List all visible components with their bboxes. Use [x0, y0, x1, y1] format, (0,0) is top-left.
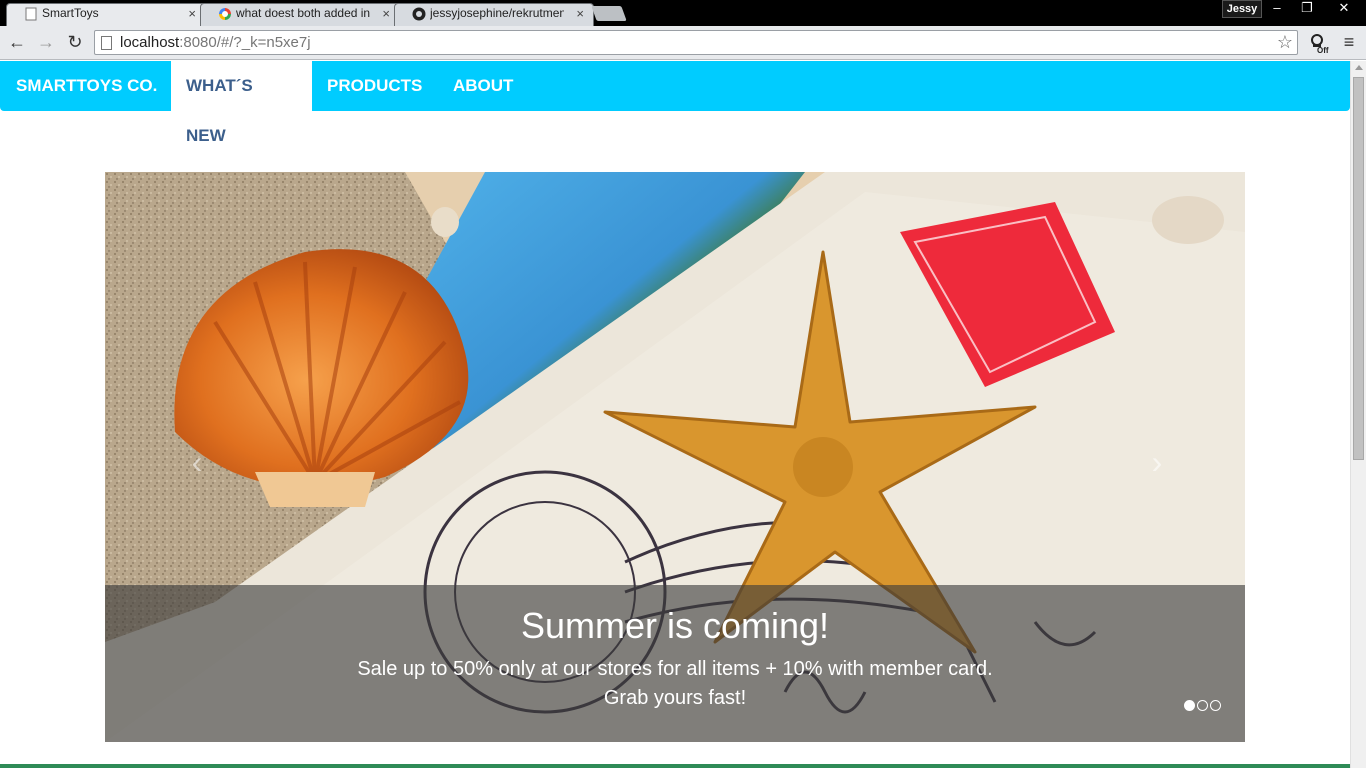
close-window-icon[interactable]: ✕ — [1322, 0, 1366, 18]
tab-close-icon[interactable]: × — [382, 3, 390, 24]
tab-close-icon[interactable]: × — [576, 3, 584, 24]
nav-whats-new[interactable]: WHAT´S NEW — [171, 61, 312, 145]
github-icon — [412, 7, 426, 21]
hero-carousel[interactable]: ‹ › Summer is coming! Sale up to 50% onl… — [105, 172, 1245, 742]
carousel-indicator-3[interactable] — [1210, 700, 1221, 711]
google-icon — [219, 8, 231, 20]
extension-icon[interactable]: Off — [1310, 34, 1332, 55]
page-icon — [101, 36, 112, 50]
forward-arrow-icon[interactable]: → — [34, 31, 58, 55]
tab-search[interactable]: what doest both added in × — [200, 3, 400, 26]
tab-smarttoys[interactable]: SmartToys × — [6, 3, 206, 26]
carousel-next-button[interactable]: › — [1137, 442, 1177, 482]
carousel-caption: Summer is coming! Sale up to 50% only at… — [105, 585, 1245, 742]
back-arrow-icon[interactable]: ← — [5, 31, 29, 55]
carousel-indicator-2[interactable] — [1197, 700, 1208, 711]
browser-titlebar: SmartToys × what doest both added in × j… — [0, 0, 1366, 26]
caption-title: Summer is coming! — [520, 605, 830, 646]
taskbar-edge — [0, 764, 1350, 768]
tab-title: jessyjosephine/rekrutmen — [430, 6, 564, 20]
url-rest: :8080/#/?_k=n5xe7j — [179, 34, 311, 51]
extension-label: Off — [1317, 46, 1329, 54]
tab-github[interactable]: jessyjosephine/rekrutmen × — [394, 3, 594, 26]
nav-about[interactable]: ABOUT — [438, 61, 528, 111]
new-tab-button[interactable] — [591, 6, 627, 21]
caption-line-2: Grab yours fast! — [603, 687, 747, 709]
address-bar[interactable]: localhost:8080/#/?_k=n5xe7j ☆ — [94, 30, 1298, 55]
scrollbar-thumb[interactable] — [1353, 77, 1364, 460]
profile-button[interactable]: Jessy — [1222, 0, 1262, 18]
tab-title: SmartToys — [42, 6, 99, 20]
caption-line-1: Sale up to 50% only at our stores for al… — [357, 658, 993, 680]
menu-icon[interactable]: ≡ — [1340, 33, 1358, 51]
url-text: localhost:8080/#/?_k=n5xe7j — [120, 34, 311, 51]
reload-icon[interactable]: ↻ — [63, 31, 87, 55]
brand-link[interactable]: SMARTTOYS CO. — [1, 61, 172, 111]
site-navbar: SMARTTOYS CO. WHAT´S NEW PRODUCTS ABOUT — [0, 61, 1350, 145]
restore-icon[interactable]: ❐ — [1292, 0, 1322, 18]
carousel-indicators — [1184, 700, 1221, 711]
tab-title: what doest both added in — [236, 6, 370, 20]
scroll-up-arrow-icon[interactable] — [1355, 65, 1363, 70]
window-controls: – ❐ ✕ — [1262, 0, 1366, 18]
carousel-prev-button[interactable]: ‹ — [177, 442, 217, 482]
page-viewport: SMARTTOYS CO. WHAT´S NEW PRODUCTS ABOUT — [0, 61, 1350, 768]
carousel-indicator-1[interactable] — [1184, 700, 1195, 711]
bookmark-star-icon[interactable]: ☆ — [1277, 31, 1293, 54]
url-host: localhost — [120, 34, 180, 51]
key-off-icon: Off — [1311, 34, 1329, 55]
nav-products[interactable]: PRODUCTS — [312, 61, 437, 111]
browser-toolbar: ← → ↻ localhost:8080/#/?_k=n5xe7j ☆ — [0, 26, 1366, 60]
vertical-scrollbar[interactable] — [1350, 61, 1366, 768]
page-icon — [25, 7, 37, 21]
minimize-icon[interactable]: – — [1262, 0, 1292, 18]
tab-close-icon[interactable]: × — [188, 3, 196, 24]
